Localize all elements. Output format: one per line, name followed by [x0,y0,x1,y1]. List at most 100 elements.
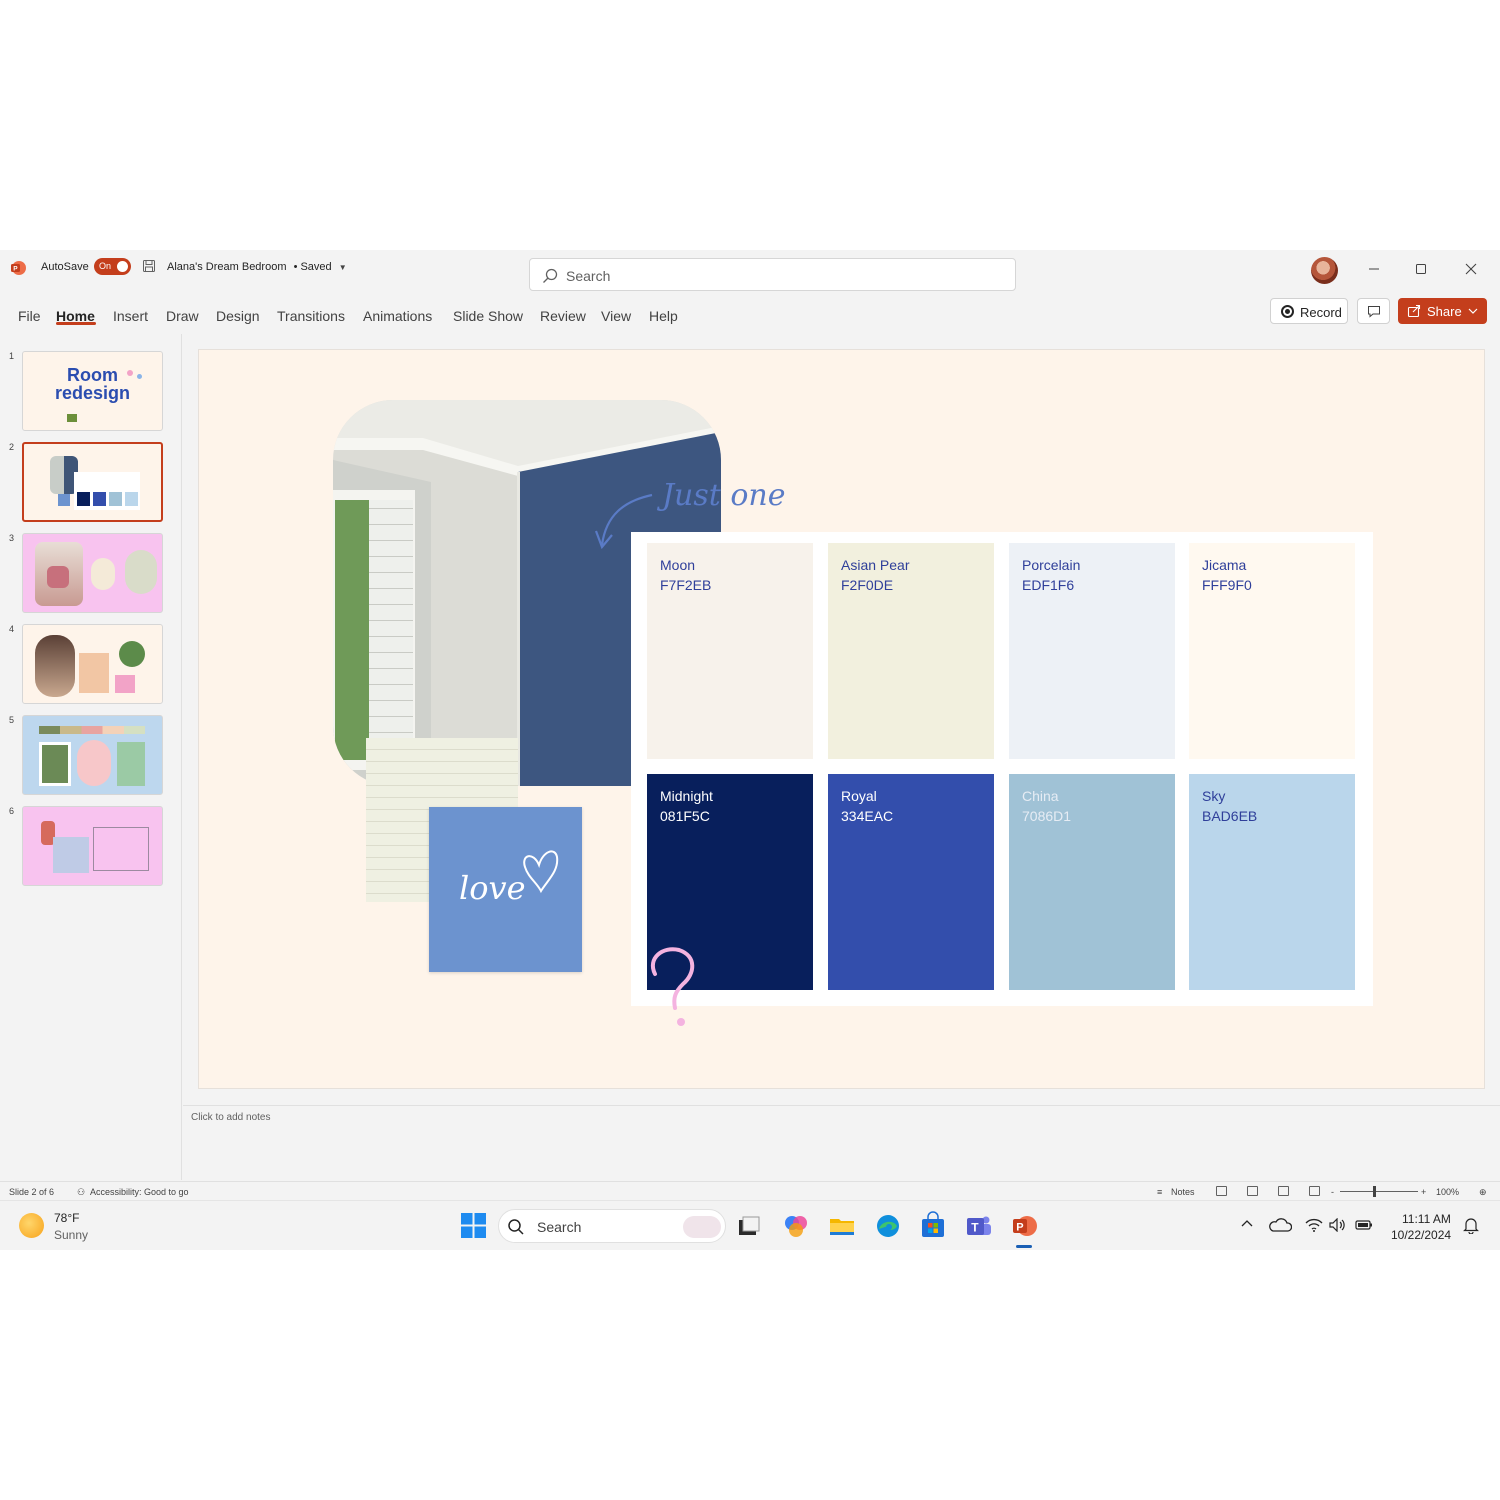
slide-thumbnail-3[interactable] [22,533,163,613]
minimize-button[interactable] [1360,258,1388,280]
tab-help[interactable]: Help [649,308,678,324]
accessibility-icon[interactable]: ⚇ [77,1187,85,1198]
battery-icon[interactable] [1355,1218,1373,1232]
thumb-note [58,494,70,506]
accessibility-status[interactable]: Accessibility: Good to go [90,1187,189,1197]
tab-transitions[interactable]: Transitions [277,308,345,324]
reading-view-icon[interactable] [1278,1186,1289,1196]
zoom-slider-thumb[interactable] [1373,1186,1376,1197]
avatar[interactable] [1311,257,1338,284]
maximize-icon [1416,264,1426,274]
swatch-hex: 081F5C [660,808,710,824]
tab-slide-show[interactable]: Slide Show [453,308,523,324]
autosave-label: AutoSave [41,261,89,273]
swatch-hex: BAD6EB [1202,808,1258,824]
tab-draw[interactable]: Draw [166,308,199,324]
window-blinds [369,500,413,760]
tab-file[interactable]: File [18,308,41,324]
search-highlight-icon [683,1216,721,1238]
thumb-mirror [125,550,157,594]
weather-sun-icon[interactable] [19,1213,44,1238]
swatch-royal: Royal 334EAC [828,774,994,990]
thumb-frame [77,740,111,786]
tab-design[interactable]: Design [216,308,260,324]
notification-bell-icon[interactable] [1463,1216,1479,1234]
thumb-frame [117,742,145,786]
powerpoint-taskbar-icon[interactable]: P [1009,1211,1039,1241]
question-mark-doodle [651,947,695,1026]
swatch-name: China [1022,788,1059,804]
tab-animations[interactable]: Animations [363,308,432,324]
status-bar: Slide 2 of 6 ⚇ Accessibility: Good to go… [0,1181,1500,1200]
record-button[interactable]: Record [1270,298,1348,324]
thumb-art [79,653,109,693]
svg-text:T: T [971,1221,979,1235]
save-icon[interactable] [142,259,156,273]
thumbnail-title-line: redesign [54,383,131,403]
color-palette: Moon F7F2EB Asian Pear F2F0DE Porcelain … [631,532,1373,1006]
notes-toggle[interactable]: Notes [1171,1187,1195,1197]
copilot-icon[interactable] [781,1211,811,1241]
zoom-slider-track[interactable] [1340,1191,1418,1192]
swatch-jicama: Jicama FFF9F0 [1189,543,1355,759]
thumb-swatch [93,492,106,506]
tab-review[interactable]: Review [540,308,586,324]
file-explorer-icon[interactable] [827,1211,857,1241]
clock-time[interactable]: 11:11 AM [1402,1212,1451,1226]
slide-sorter-icon[interactable] [1247,1186,1258,1196]
task-view-icon[interactable] [734,1211,764,1241]
microsoft-store-icon[interactable] [918,1211,948,1241]
love-sticky-note: love [429,807,582,972]
tab-insert[interactable]: Insert [113,308,148,324]
close-icon [1465,263,1477,275]
thumbnail-title: Room redesign [23,366,162,402]
weather-temperature[interactable]: 78°F [54,1211,79,1225]
notes-pane[interactable]: Click to add notes [183,1105,1500,1180]
chevron-up-icon[interactable] [1241,1218,1253,1230]
thumbnail-number: 2 [9,442,15,452]
thumb-swatch [77,492,90,506]
minimize-icon [1369,268,1379,270]
presenter-view-icon[interactable] [1309,1186,1320,1196]
onedrive-cloud-icon[interactable] [1268,1218,1292,1232]
fit-to-window-icon[interactable]: ⊕ [1479,1187,1487,1198]
autosave-toggle[interactable]: On [94,258,131,275]
thumbnail-number: 3 [9,533,15,543]
zoom-in-button[interactable]: + [1421,1187,1426,1197]
thumbnail-number: 4 [9,624,15,634]
slide-thumbnail-6[interactable] [22,806,163,886]
swatch-hex: FFF9F0 [1202,577,1252,593]
normal-view-icon[interactable] [1216,1186,1227,1196]
thumb-plant [119,641,145,667]
windows-start-icon[interactable] [461,1213,486,1238]
teams-icon[interactable]: T [964,1211,994,1241]
swatch-porcelain: Porcelain EDF1F6 [1009,543,1175,759]
wifi-icon[interactable] [1305,1218,1323,1232]
swatch-name: Jicama [1202,557,1247,573]
active-app-indicator [1016,1245,1032,1248]
maximize-button[interactable] [1407,258,1435,280]
weather-condition[interactable]: Sunny [54,1228,88,1242]
edge-icon[interactable] [873,1211,903,1241]
tab-view[interactable]: View [601,308,631,324]
share-button[interactable]: Share [1398,298,1487,324]
volume-icon[interactable] [1329,1218,1347,1232]
record-label: Record [1300,305,1342,320]
slide-thumbnail-5[interactable] [22,715,163,795]
close-button[interactable] [1457,258,1485,280]
slide-canvas[interactable]: love Just one Moon F7F2EB Asian Pear F2F… [198,349,1485,1089]
comments-button[interactable] [1357,298,1390,324]
powerpoint-logo-icon: P [11,261,26,275]
taskbar-search-input[interactable]: Search [498,1209,726,1243]
slide-thumbnail-4[interactable] [22,624,163,704]
slide-thumbnail-2[interactable] [22,442,163,522]
swatch-asian-pear: Asian Pear F2F0DE [828,543,994,759]
search-input[interactable]: Search [529,258,1016,291]
document-title-dropdown[interactable]: Alana's Dream Bedroom • Saved ▼ [167,261,347,273]
slide-thumbnail-1[interactable]: Room redesign [22,351,163,431]
zoom-level[interactable]: 100% [1436,1187,1459,1197]
zoom-out-button[interactable]: - [1331,1187,1334,1197]
decoration [127,370,133,376]
autosave-state: On [99,261,112,271]
clock-date[interactable]: 10/22/2024 [1391,1228,1451,1242]
